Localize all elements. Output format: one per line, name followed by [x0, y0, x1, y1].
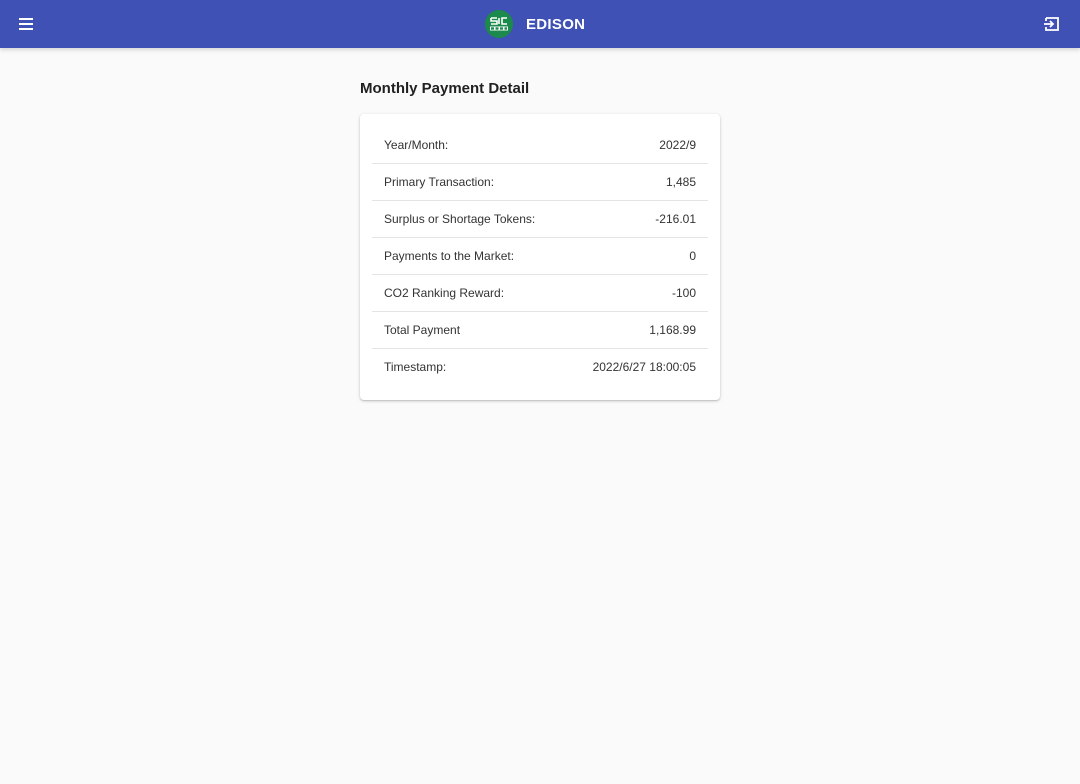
row-value: 1,168.99 [649, 323, 696, 337]
row-value: 2022/9 [659, 138, 696, 152]
row-value: 0 [689, 249, 696, 263]
row-value: 2022/6/27 18:00:05 [592, 360, 696, 374]
detail-row-payments-market: Payments to the Market: 0 [372, 238, 708, 275]
detail-row-co2-reward: CO2 Ranking Reward: -100 [372, 275, 708, 312]
row-value: -100 [671, 286, 696, 300]
row-value: 1,485 [665, 175, 696, 189]
row-label: Primary Transaction: [384, 175, 495, 189]
logo [485, 10, 513, 38]
detail-row-timestamp: Timestamp: 2022/6/27 18:00:05 [372, 349, 708, 385]
detail-row-total-payment: Total Payment 1,168.99 [372, 312, 708, 349]
row-label: Timestamp: [384, 360, 447, 374]
payment-detail-card: Year/Month: 2022/9 Primary Transaction: … [360, 114, 720, 400]
app-name: EDISON [526, 15, 586, 33]
detail-row-surplus-shortage: Surplus or Shortage Tokens: -216.01 [372, 201, 708, 238]
app-bar: EDISON [0, 0, 1080, 48]
brand[interactable]: EDISON [485, 9, 585, 39]
logout-button[interactable] [1042, 14, 1062, 34]
row-label: CO2 Ranking Reward: [384, 286, 505, 300]
row-value: -216.01 [655, 212, 696, 226]
sic-logo-icon [485, 10, 513, 38]
page-title: Monthly Payment Detail [360, 80, 530, 97]
row-label: Year/Month: [384, 138, 449, 152]
detail-row-year-month: Year/Month: 2022/9 [372, 127, 708, 164]
row-label: Payments to the Market: [384, 249, 515, 263]
logout-icon [1044, 17, 1059, 31]
menu-icon [19, 18, 33, 30]
detail-list: Year/Month: 2022/9 Primary Transaction: … [372, 127, 708, 385]
detail-row-primary-transaction: Primary Transaction: 1,485 [372, 164, 708, 201]
row-label: Total Payment [384, 323, 461, 337]
row-label: Surplus or Shortage Tokens: [384, 212, 536, 226]
menu-button[interactable] [15, 12, 39, 36]
